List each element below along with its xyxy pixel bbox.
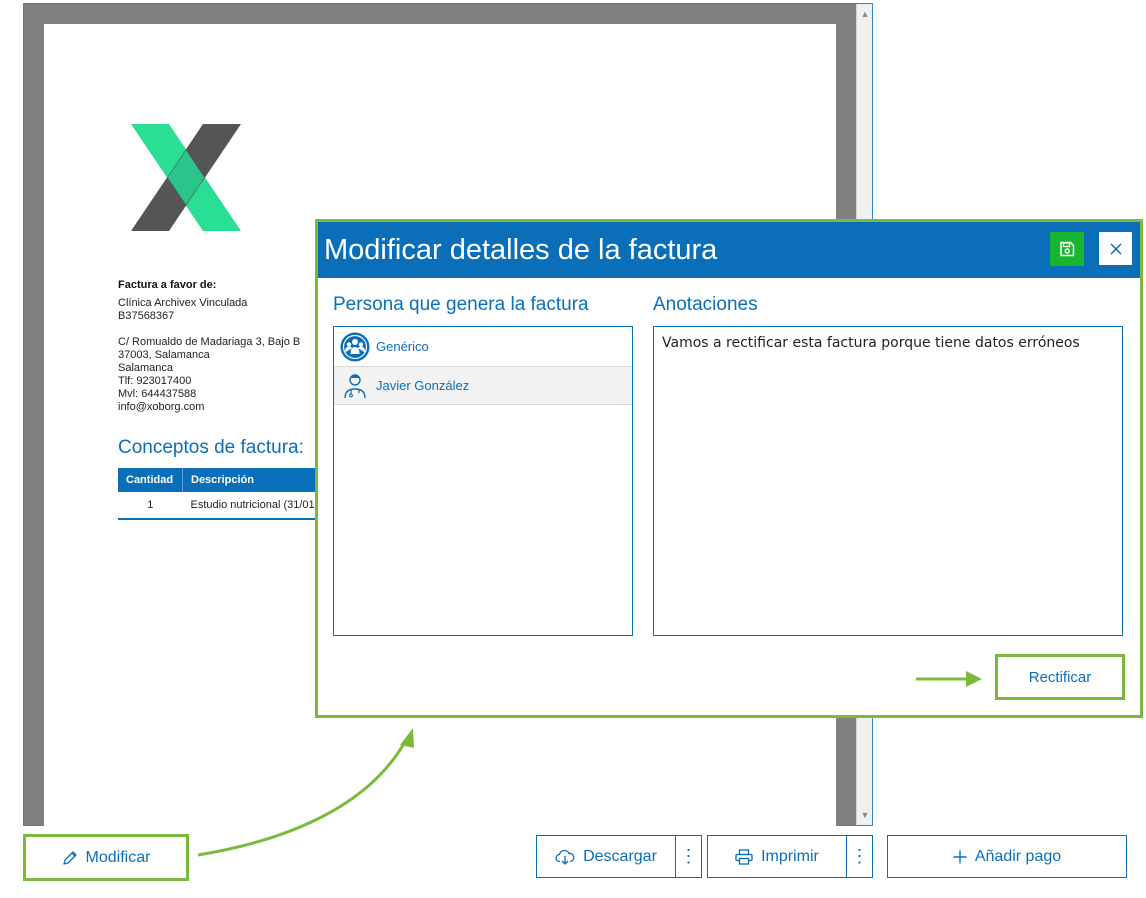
dialog-header: Modificar detalles de la factura: [318, 222, 1140, 278]
person-name-generico: Genérico: [376, 339, 429, 354]
person-name-javier: Javier González: [376, 378, 470, 393]
descargar-label: Descargar: [583, 847, 657, 865]
list-item[interactable]: Genérico: [334, 327, 632, 366]
add-payment-button[interactable]: Añadir pago: [887, 835, 1127, 878]
printer-icon: [735, 848, 753, 865]
save-button[interactable]: [1050, 232, 1084, 266]
imprimir-more-options-button[interactable]: ⋮: [847, 835, 873, 878]
client-address-line2: 37003, Salamanca: [118, 349, 210, 361]
doctor-icon: [340, 371, 370, 401]
bill-to-details: Clínica Archivex Vinculada B37568367 C/ …: [118, 297, 300, 414]
client-address-line1: C/ Romualdo de Madariaga 3, Bajo B: [118, 336, 301, 348]
rectificar-button[interactable]: Rectificar: [995, 654, 1125, 700]
close-button[interactable]: [1099, 232, 1132, 265]
client-city: Salamanca: [118, 362, 174, 374]
column-header-quantity: Cantidad: [118, 468, 183, 492]
list-item[interactable]: Javier González: [334, 366, 632, 405]
client-tax-id: B37568367: [118, 310, 175, 322]
client-email: info@xoborg.com: [118, 401, 205, 413]
modificar-button[interactable]: Modificar: [23, 834, 189, 881]
bill-to-heading: Factura a favor de:: [118, 279, 217, 291]
client-name: Clínica Archivex Vinculada: [118, 297, 248, 309]
client-mobile: Mvl: 644437588: [118, 388, 197, 400]
plus-icon: [953, 850, 967, 863]
company-logo: [131, 124, 241, 231]
add-payment-label: Añadir pago: [974, 847, 1062, 865]
modificar-label: Modificar: [85, 848, 151, 866]
pencil-icon: [62, 850, 77, 865]
imprimir-label: Imprimir: [761, 847, 819, 865]
row-quantity: 1: [118, 492, 183, 520]
edit-invoice-dialog: Modificar detalles de la factura Persona…: [315, 219, 1143, 718]
cloud-download-icon: [555, 849, 575, 865]
scroll-down-arrow-icon[interactable]: ▼: [857, 807, 873, 823]
concepts-title: Conceptos de factura:: [118, 437, 304, 458]
scroll-up-arrow-icon[interactable]: ▲: [857, 6, 873, 22]
floppy-disk-icon: [1060, 241, 1075, 257]
persons-section-label: Persona que genera la factura: [333, 294, 589, 315]
notes-section-label: Anotaciones: [653, 294, 758, 315]
close-icon: [1109, 242, 1122, 255]
client-phone: Tlf: 923017400: [118, 375, 192, 387]
dialog-title: Modificar detalles de la factura: [324, 234, 718, 266]
group-icon: [340, 332, 370, 362]
descargar-button[interactable]: Descargar: [536, 835, 676, 878]
descargar-more-options-button[interactable]: ⋮: [676, 835, 702, 878]
imprimir-button[interactable]: Imprimir: [707, 835, 847, 878]
persons-list: Genérico Javier González: [333, 326, 633, 636]
notes-textarea[interactable]: [653, 326, 1123, 636]
